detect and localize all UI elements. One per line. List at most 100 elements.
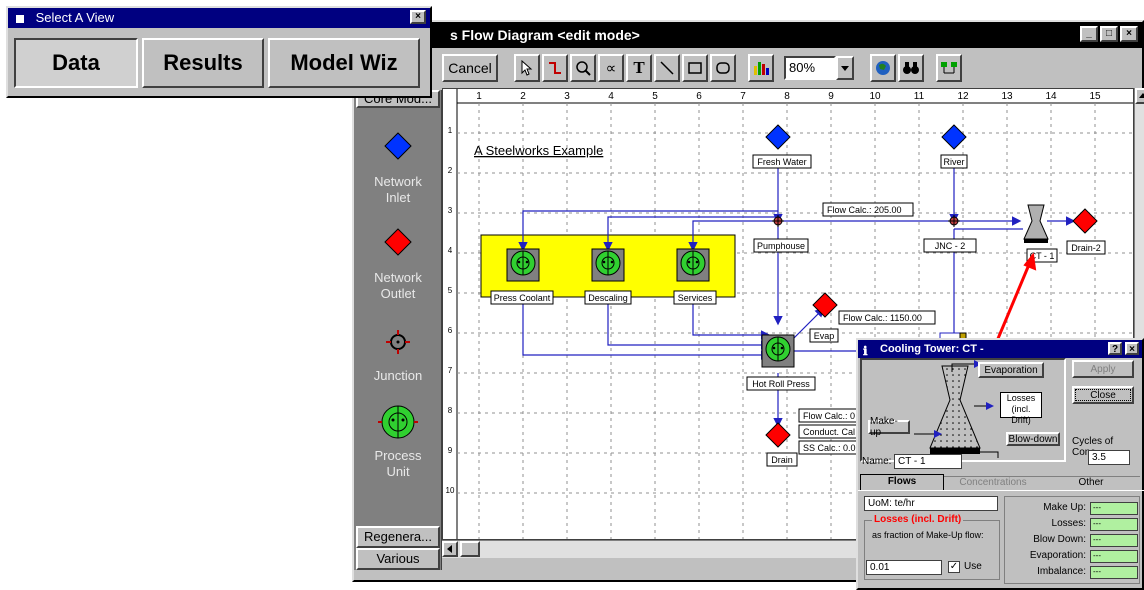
ruler-number: 14 (1045, 91, 1057, 102)
uom-field[interactable]: UoM: te/hr (864, 496, 998, 511)
palette-tab-regeneration[interactable]: Regenera... (356, 526, 440, 548)
evap-outlet-icon[interactable] (812, 292, 838, 318)
zoom-select[interactable]: 80% (784, 56, 836, 80)
process-unit-press-coolant[interactable] (506, 248, 540, 282)
node-label-text: JNC - 2 (935, 241, 966, 251)
palette-label-junction: Junction (373, 368, 423, 383)
ruler-row-number: 5 (448, 286, 453, 295)
drain2-outlet-icon[interactable] (1072, 208, 1098, 234)
network-icon[interactable] (936, 54, 962, 82)
losses-fraction-input[interactable]: 0.01 (866, 560, 942, 575)
close-button[interactable]: × (1120, 26, 1138, 42)
ruler-row-number: 9 (448, 446, 453, 455)
view-button-data[interactable]: Data (14, 38, 138, 88)
palette-label-process-1: Process (374, 448, 422, 463)
globe-icon[interactable] (870, 54, 896, 82)
chevron-down-icon[interactable] (836, 56, 854, 80)
blue-diamond-icon[interactable] (384, 132, 412, 160)
ruler-number: 13 (1001, 91, 1013, 102)
text-icon[interactable]: T (626, 54, 652, 82)
ruler-number: 15 (1089, 91, 1101, 102)
select-view-titlebar: Select A View × (8, 8, 430, 28)
junction-icon[interactable] (386, 330, 410, 354)
node-label-pumphouse[interactable]: Pumphouse (753, 238, 809, 253)
flow-diagram-title: s Flow Diagram <edit mode> (354, 22, 1142, 48)
result-label: Imbalance: (1037, 566, 1086, 577)
close-button[interactable]: × (1125, 342, 1139, 355)
node-label-jnc2[interactable]: JNC - 2 (923, 238, 977, 253)
ruler-row-number: 2 (448, 166, 453, 175)
process-unit-descaling[interactable] (591, 248, 625, 282)
callout-flow-calc-1: Flow Calc.: 205.00 (822, 202, 914, 217)
node-label-descaling[interactable]: Descaling (584, 290, 632, 305)
red-diamond-icon[interactable] (384, 228, 412, 256)
use-checkbox[interactable]: ✓ (948, 561, 960, 573)
name-input[interactable]: CT - 1 (894, 454, 962, 469)
ruler-number: 4 (608, 91, 614, 102)
cancel-button[interactable]: Cancel (442, 54, 498, 82)
cycles-input[interactable]: 3.5 (1088, 450, 1130, 465)
losses-line1: Losses (1006, 393, 1036, 403)
rounded-rect-icon[interactable] (710, 54, 736, 82)
tab-flows[interactable]: Flows (860, 474, 944, 490)
node-label-text: River (943, 157, 964, 167)
node-label-river[interactable]: River (940, 154, 968, 169)
palette-tab-various[interactable]: Various (356, 548, 440, 570)
losses-box: Losses (incl. Drift) (1000, 392, 1042, 425)
result-value: --- (1090, 502, 1138, 515)
line-icon[interactable] (654, 54, 680, 82)
zoom-icon[interactable] (570, 54, 596, 82)
palette-label-outlet-1: Network (374, 270, 422, 285)
chart-icon[interactable] (748, 54, 774, 82)
node-label-services[interactable]: Services (673, 290, 717, 305)
view-button-results[interactable]: Results (142, 38, 264, 88)
scroll-thumb[interactable] (460, 541, 480, 557)
result-label: Evaporation: (1029, 550, 1086, 561)
result-value: --- (1090, 518, 1138, 531)
ruler-row-number: 10 (446, 486, 455, 495)
node-label-evap[interactable]: Evap (809, 328, 839, 343)
node-label-hot-roll-press[interactable]: Hot Roll Press (746, 376, 816, 391)
scroll-left-button[interactable] (442, 541, 458, 557)
close-icon[interactable]: × (410, 10, 426, 24)
view-button-model-wiz[interactable]: Model Wiz (268, 38, 420, 88)
process-unit-icon[interactable] (376, 402, 420, 442)
pointer-icon[interactable] (514, 54, 540, 82)
maximize-button[interactable]: □ (1100, 26, 1118, 42)
cooling-tower-icon[interactable] (1023, 204, 1049, 243)
minimize-button[interactable]: _ (1080, 26, 1098, 42)
junction-jnc2[interactable] (948, 215, 960, 227)
binoculars-icon[interactable] (898, 54, 924, 82)
node-label-fresh-water[interactable]: Fresh Water (752, 154, 812, 169)
process-unit-services[interactable] (676, 248, 710, 282)
result-label: Blow Down: (1033, 534, 1086, 545)
fresh-water-inlet-icon[interactable] (765, 124, 791, 150)
ruler-row-number: 4 (448, 246, 453, 255)
apply-button[interactable]: Apply (1072, 360, 1134, 378)
node-label-press-coolant[interactable]: Press Coolant (490, 290, 554, 305)
help-button[interactable]: ? (1108, 342, 1122, 355)
node-label-text: Services (678, 293, 713, 303)
ruler-number: 10 (869, 91, 881, 102)
river-inlet-icon[interactable] (941, 124, 967, 150)
ruler-number: 12 (957, 91, 969, 102)
tab-other[interactable]: Other (1042, 476, 1140, 490)
formula-icon[interactable]: ∝ (598, 54, 624, 82)
tab-concentrations[interactable]: Concentrations (944, 476, 1042, 490)
node-label-text: Descaling (588, 293, 628, 303)
rectangle-icon[interactable] (682, 54, 708, 82)
palette-label-inlet-1: Network (374, 174, 422, 189)
drain-outlet-icon[interactable] (765, 422, 791, 448)
blowdown-label: Blow-down (1006, 432, 1060, 446)
connector-icon[interactable] (542, 54, 568, 82)
close-dialog-button[interactable]: Close (1072, 386, 1134, 404)
node-label-text: Pumphouse (757, 241, 805, 251)
component-palette: Core Mod... Network Inlet Network Outlet… (354, 90, 442, 570)
node-label-drain2[interactable]: Drain-2 (1066, 240, 1106, 255)
makeup-label: Make-up (868, 416, 910, 438)
process-unit-hot-roll-press[interactable] (761, 334, 795, 368)
window-menu-icon[interactable] (16, 14, 24, 23)
node-label-text: Evap (814, 331, 835, 341)
scroll-up-button[interactable] (1135, 88, 1144, 104)
node-label-drain[interactable]: Drain (766, 452, 798, 467)
